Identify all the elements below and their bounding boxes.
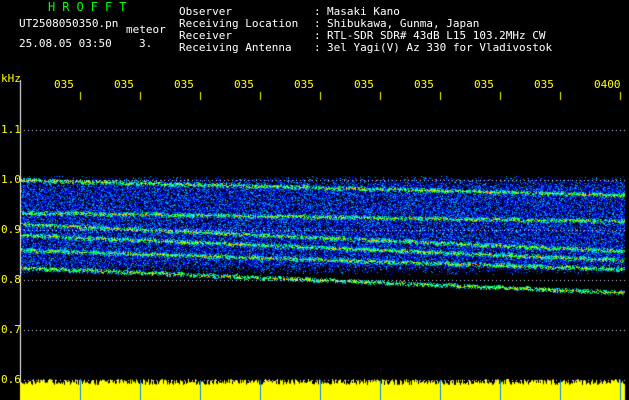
filename-suffix: meteor [126,23,166,36]
spectrogram-canvas [0,0,629,400]
x-tick-label: 035 [234,78,254,91]
x-tick-label: 035 [414,78,434,91]
y-axis-unit: kHz [1,72,21,85]
y-tick-label: 0.6 [1,373,21,386]
frame-number: 3. [139,37,153,50]
meta-value-antenna: 3el Yagi(V) Az 330 for Vladivostok [327,41,553,54]
datetime: 25.08.05 03:50 [19,37,112,50]
filename: UT2508050350.pn [19,17,119,30]
x-tick-label: 035 [354,78,374,91]
meta-colon: : [314,41,321,54]
x-tick-label: 035 [174,78,194,91]
x-tick-label: 035 [114,78,134,91]
y-tick-label: 0.8 [1,273,21,286]
y-tick-label: 0.7 [1,323,21,336]
x-tick-label: 035 [54,78,74,91]
y-tick-label: 1.0 [1,173,21,186]
y-tick-label: 0.9 [1,223,21,236]
y-tick-label: 1.1 [1,123,21,136]
x-tick-label: 035 [474,78,494,91]
x-tick-label: 0400 [594,78,621,91]
x-tick-label: 035 [534,78,554,91]
station-code: HROFFT [48,0,134,14]
meta-label-antenna: Receiving Antenna [179,41,292,54]
x-tick-label: 035 [294,78,314,91]
